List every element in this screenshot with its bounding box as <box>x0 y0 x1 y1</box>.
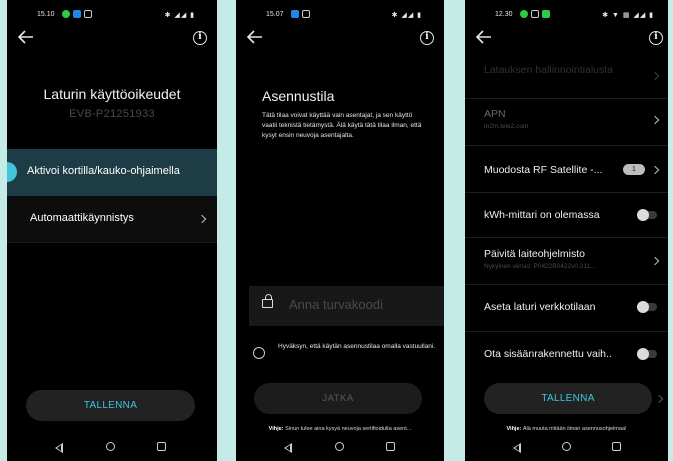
setting-label: APN <box>484 108 506 120</box>
option-label: Automaattikäynnistys <box>30 212 134 224</box>
status-bar: 12.30 ✱ ▼ ▦ ◢◢ ▮ <box>465 8 668 24</box>
hint-body: Älä muuta mitään ilman asennusohjelmaa! <box>522 426 627 432</box>
charger-id: EVB-P21251933 <box>69 108 155 120</box>
accept-radio[interactable] <box>253 347 265 359</box>
info-icon[interactable]: i <box>193 31 207 45</box>
count-badge: 1 <box>623 164 645 175</box>
whatsapp-icon <box>62 10 70 18</box>
hint-prefix: Vihje: <box>268 426 284 432</box>
hint-prefix: Vihje: <box>506 426 522 432</box>
save-button[interactable]: TALLENNA <box>484 383 652 414</box>
hint-text: Vihje: Älä muuta mitään ilman asennusohj… <box>465 426 668 432</box>
setting-label: Aseta laturi verkkotilaan <box>484 301 596 313</box>
nav-home-icon[interactable] <box>106 442 115 451</box>
mail-icon <box>84 10 92 18</box>
status-time: 12.30 <box>495 11 513 18</box>
linkedin-icon <box>291 10 299 18</box>
hint-body: Sinun tulee aina kysyä neuvoja sertifioi… <box>285 426 412 432</box>
setting-label: Latauksen hallinnointialusta <box>484 64 614 76</box>
nav-recents-icon[interactable] <box>612 442 621 451</box>
chevron-right-icon <box>650 71 660 81</box>
warning-description: Tätä tilaa voivat käyttää vain asentajat… <box>262 112 422 139</box>
toggle-switch[interactable] <box>637 348 657 360</box>
setting-row-firmware[interactable]: Päivitä laiteohjelmisto Nykyinen versio:… <box>465 238 668 284</box>
info-icon[interactable]: i <box>420 31 434 45</box>
android-nav-bar <box>465 435 668 461</box>
whatsapp-icon <box>520 10 528 18</box>
hint-text: Vihje: Sinun tulee aina kysyä neuvoja se… <box>236 426 444 432</box>
status-time: 15.07 <box>266 11 284 18</box>
setting-label: Päivitä laiteohjelmisto <box>484 248 585 260</box>
page-title: Asennustila <box>262 88 335 104</box>
nav-recents-icon[interactable] <box>157 442 166 451</box>
status-icons: ✱ ◢◢ ▮ <box>164 12 195 19</box>
nav-recents-icon[interactable] <box>386 442 395 451</box>
setting-row-apn[interactable]: APN m2m.tele2.com <box>465 99 668 143</box>
page-title: Laturin käyttöoikeudet <box>43 86 181 102</box>
continue-button[interactable]: JATKA <box>254 383 422 414</box>
linkedin-icon <box>73 10 81 18</box>
nav-back-icon[interactable] <box>513 443 521 453</box>
status-icons: ✱ ◢◢ ▮ <box>391 12 422 19</box>
option-autostart[interactable]: Automaattikäynnistys <box>7 196 217 243</box>
save-button[interactable]: TALLENNA <box>26 390 195 421</box>
option-card-remote[interactable]: Aktivoi kortilla/kauko-ohjaimella <box>7 149 217 196</box>
mail-icon <box>531 10 539 18</box>
status-icons: ✱ ▼ ▦ ◢◢ ▮ <box>602 12 654 19</box>
mail-icon <box>302 10 310 18</box>
accept-label: Hyväksyn, että käytän asennustilaa omall… <box>278 343 436 350</box>
setting-label: Muodosta RF Satellite -... <box>484 164 603 176</box>
nav-back-icon[interactable] <box>55 443 63 453</box>
back-arrow-icon[interactable] <box>15 26 37 48</box>
setting-label: kWh-mittari on olemassa <box>484 209 600 221</box>
chevron-right-icon <box>650 256 660 266</box>
app-icon <box>542 10 550 18</box>
toggle-switch[interactable] <box>637 209 657 221</box>
nav-home-icon[interactable] <box>562 442 571 451</box>
firmware-version: Nykyinen versio: P0422B0422v0.211... <box>484 263 596 270</box>
code-placeholder: Anna turvakoodi <box>289 297 383 312</box>
nav-home-icon[interactable] <box>335 442 344 451</box>
chevron-right-icon <box>197 214 207 224</box>
setting-row-rf-satellite[interactable]: Muodosta RF Satellite -... 1 <box>465 146 668 192</box>
phone-screen-install-mode: 15.07 ✱ ◢◢ ▮ i Asennustila Tätä tilaa vo… <box>236 0 444 461</box>
back-arrow-icon[interactable] <box>244 26 266 48</box>
android-nav-bar <box>7 435 217 461</box>
status-bar: 15.07 ✱ ◢◢ ▮ <box>236 8 444 24</box>
setting-row-builtin[interactable]: Ota sisäänrakennettu vaih.. <box>465 332 668 376</box>
toggle-switch[interactable] <box>637 301 657 313</box>
setting-label: Ota sisäänrakennettu vaih.. <box>484 348 612 360</box>
info-icon[interactable]: i <box>649 31 663 45</box>
lock-icon <box>262 294 273 308</box>
selected-indicator <box>7 162 17 182</box>
chevron-right-icon <box>654 394 664 404</box>
phone-screen-access-rights: 15.10 ✱ ◢◢ ▮ i Laturin käyttöoikeudet EV… <box>7 0 217 461</box>
status-bar: 15.10 ✱ ◢◢ ▮ <box>7 8 217 24</box>
nav-back-icon[interactable] <box>284 443 292 453</box>
setting-row-charging-platform[interactable]: Latauksen hallinnointialusta <box>465 60 668 98</box>
option-label: Aktivoi kortilla/kauko-ohjaimella <box>27 165 180 177</box>
security-code-input[interactable]: Anna turvakoodi <box>249 286 444 326</box>
back-arrow-icon[interactable] <box>473 26 495 48</box>
chevron-right-icon <box>650 115 660 125</box>
status-time: 15.10 <box>37 11 55 18</box>
setting-row-kwh-meter[interactable]: kWh-mittari on olemassa <box>465 193 668 237</box>
chevron-right-icon <box>650 165 660 175</box>
android-nav-bar <box>236 435 444 461</box>
setting-value: m2m.tele2.com <box>484 123 529 130</box>
phone-screen-settings: 12.30 ✱ ▼ ▦ ◢◢ ▮ i Latauksen hallinnoint… <box>465 0 668 461</box>
setting-row-network-mode[interactable]: Aseta laturi verkkotilaan <box>465 285 668 331</box>
